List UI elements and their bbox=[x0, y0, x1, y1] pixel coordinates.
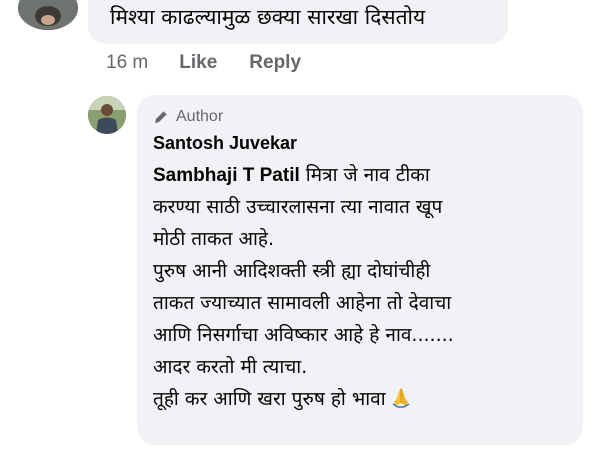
mention-link[interactable]: Sambhaji T Patil bbox=[153, 165, 300, 186]
reply-line: मोठी ताकत आहे. bbox=[153, 228, 275, 250]
reply-line: ताकत ज्याच्यात सामावली आहेना तो देवाचा bbox=[153, 292, 452, 314]
comment-actions: 16 m Like Reply bbox=[106, 50, 333, 76]
reply-line-text: तूही कर आणि खरा पुरुष हो भावा bbox=[153, 388, 386, 410]
commenter-avatar[interactable] bbox=[18, 0, 78, 30]
top-comment: मिश्या काढल्यामुळ छक्या सारखा दिसतोय 16 … bbox=[0, 0, 600, 100]
reply-text: Sambhaji T Patil मित्रा जे नाव टीका करण्… bbox=[153, 159, 573, 415]
like-button[interactable]: Like bbox=[179, 52, 217, 74]
folded-hands-icon bbox=[392, 388, 410, 408]
reply-line: आदर करतो मी त्याचा. bbox=[153, 356, 308, 378]
reply-bubble: Author Santosh Juvekar Sambhaji T Patil … bbox=[137, 95, 583, 445]
comment-timestamp[interactable]: 16 m bbox=[106, 52, 148, 74]
author-badge: Author bbox=[153, 108, 223, 126]
reply-line: तूही कर आणि खरा पुरुष हो भावा bbox=[153, 383, 573, 415]
reply-line: आणि निसर्गाचा अविष्कार आहे हे नाव....... bbox=[153, 324, 454, 346]
comment-text: मिश्या काढल्यामुळ छक्या सारखा दिसतोय bbox=[110, 5, 426, 29]
author-name[interactable]: Santosh Juvekar bbox=[153, 133, 297, 154]
reply-line: Sambhaji T Patil मित्रा जे नाव टीका bbox=[153, 159, 573, 191]
author-badge-label: Author bbox=[176, 108, 224, 125]
reply-line: करण्या साठी उच्चारलासना त्या नावात खूप bbox=[153, 196, 443, 218]
reply-button[interactable]: Reply bbox=[249, 52, 301, 74]
comment-bubble: मिश्या काढल्यामुळ छक्या सारखा दिसतोय bbox=[88, 0, 508, 44]
author-avatar[interactable] bbox=[88, 96, 126, 134]
pencil-icon bbox=[155, 110, 168, 123]
reply-line-text: मित्रा जे नाव टीका bbox=[299, 164, 430, 186]
reply-line: पुरुष आनी आदिशक्ती स्त्री ह्या दोघांचीही bbox=[153, 260, 431, 282]
